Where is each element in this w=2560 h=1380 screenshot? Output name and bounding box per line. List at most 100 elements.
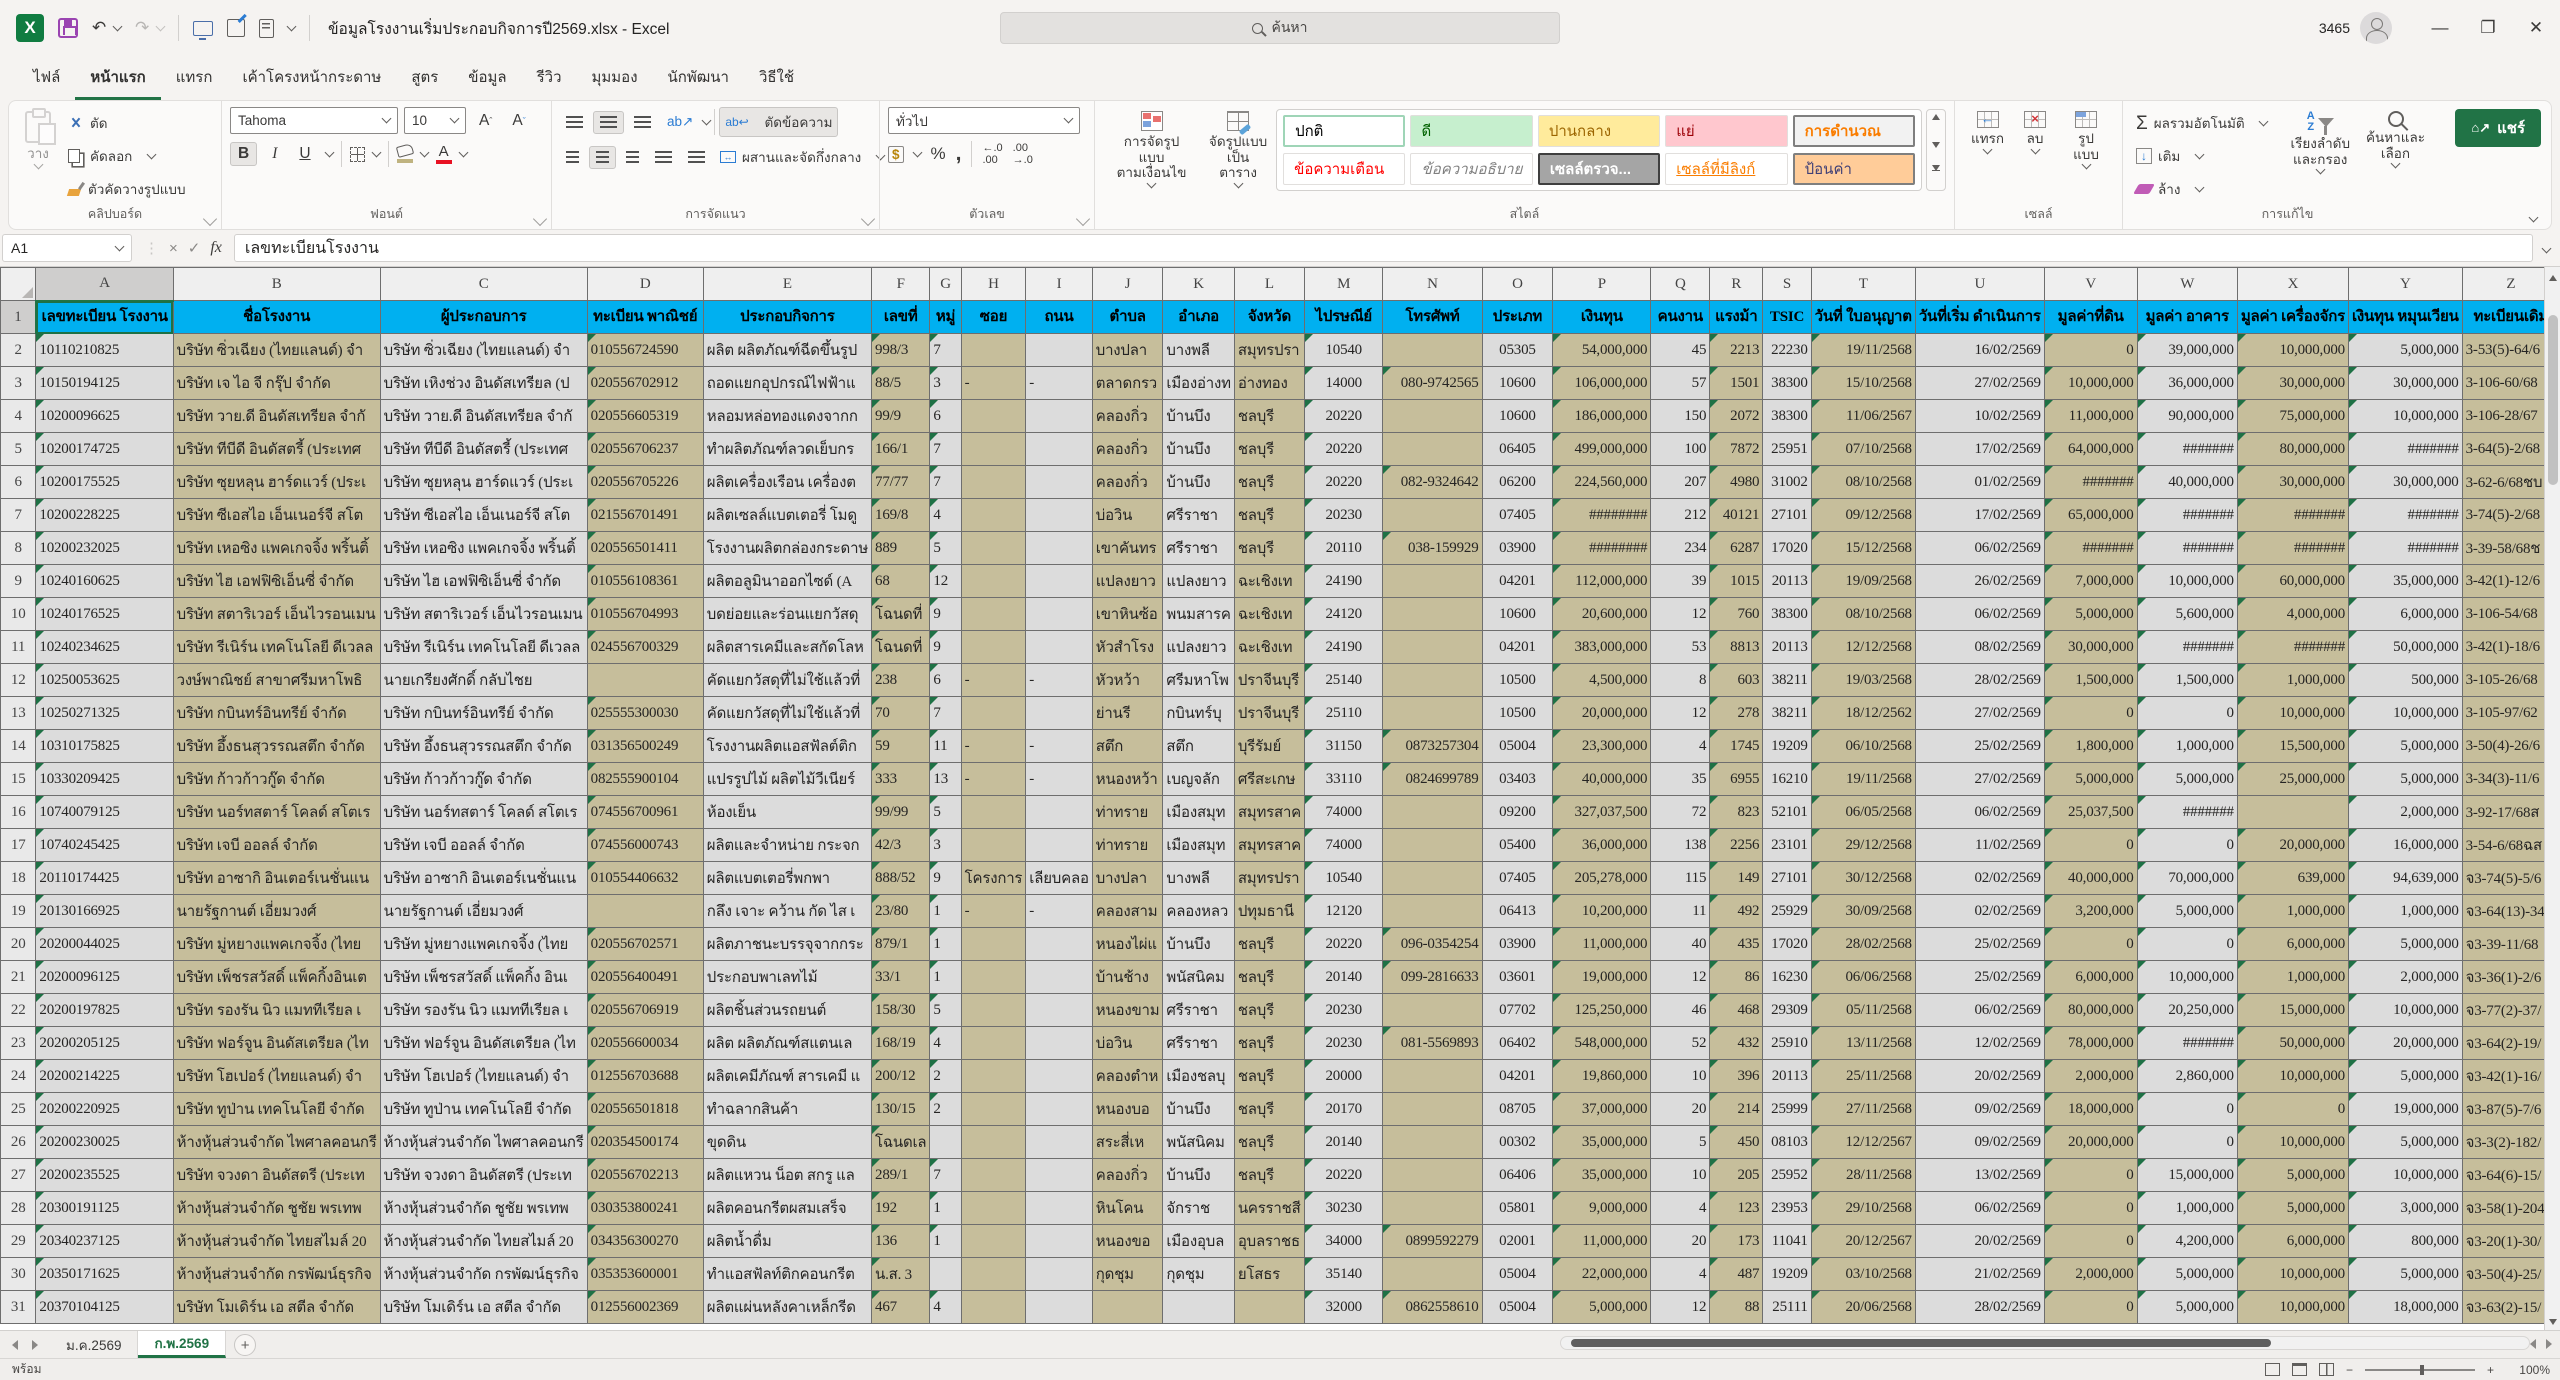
cell-G2[interactable]: 7: [930, 334, 961, 367]
cell-V3[interactable]: 10,000,000: [2044, 367, 2137, 400]
cell-X10[interactable]: 4,000,000: [2237, 598, 2348, 631]
cell-V21[interactable]: 6,000,000: [2044, 961, 2137, 994]
cell-Q19[interactable]: 11: [1651, 895, 1710, 928]
cell-S3[interactable]: 38300: [1763, 367, 1811, 400]
row-header-14[interactable]: 14: [1, 730, 36, 763]
cell-T31[interactable]: 20/06/2568: [1811, 1291, 1915, 1324]
zoom-out-button[interactable]: −: [2346, 1363, 2353, 1377]
cell-X4[interactable]: 75,000,000: [2237, 400, 2348, 433]
cell-O5[interactable]: 06405: [1482, 433, 1553, 466]
cell-K7[interactable]: ศรีราชา: [1163, 499, 1234, 532]
cell-S1[interactable]: TSIC: [1763, 301, 1811, 334]
cell-W12[interactable]: 1,500,000: [2137, 664, 2237, 697]
cell-Q30[interactable]: 4: [1651, 1258, 1710, 1291]
cell-V8[interactable]: #######: [2044, 532, 2137, 565]
cell-X25[interactable]: 0: [2237, 1093, 2348, 1126]
cell-C18[interactable]: บริษัท อาซากิ อินเตอร์เนชั่นแน: [380, 862, 587, 895]
cell-C8[interactable]: บริษัท เหอซิง แพคเกจจิ้ง พริ้นติ้: [380, 532, 587, 565]
cell-B23[interactable]: บริษัท ฟอร์จูน อินดัสเตรียล (ไท: [173, 1027, 380, 1060]
cell-Y28[interactable]: 3,000,000: [2349, 1192, 2463, 1225]
search-input[interactable]: ค้นหา: [1000, 12, 1560, 44]
select-all-corner[interactable]: [1, 268, 36, 301]
cell-H31[interactable]: [961, 1291, 1026, 1324]
cell-E28[interactable]: ผลิตคอนกรีตผสมเสร็จ: [703, 1192, 871, 1225]
cell-W25[interactable]: 0: [2137, 1093, 2237, 1126]
cell-A7[interactable]: 10200228225: [36, 499, 173, 532]
cell-C14[interactable]: บริษัท อึ้งธนสุวรรณสตึก จำกัด: [380, 730, 587, 763]
ribbon-tab-แทรก[interactable]: แทรก: [161, 56, 228, 100]
cell-J24[interactable]: คลองตำห: [1092, 1060, 1163, 1093]
cell-Q15[interactable]: 35: [1651, 763, 1710, 796]
cell-T11[interactable]: 12/12/2568: [1811, 631, 1915, 664]
cell-N7[interactable]: [1383, 499, 1482, 532]
cell-A30[interactable]: 20350171625: [36, 1258, 173, 1291]
cell-Q18[interactable]: 115: [1651, 862, 1710, 895]
cell-I2[interactable]: [1026, 334, 1092, 367]
cell-D20[interactable]: 020556702571: [587, 928, 703, 961]
cell-S21[interactable]: 16230: [1763, 961, 1811, 994]
row-header-27[interactable]: 27: [1, 1159, 36, 1192]
cell-L8[interactable]: ชลบุรี: [1234, 532, 1304, 565]
cell-H2[interactable]: [961, 334, 1026, 367]
cell-W30[interactable]: 5,000,000: [2137, 1258, 2237, 1291]
cell-J5[interactable]: คลองกิ่ว: [1092, 433, 1163, 466]
page-layout-view-icon[interactable]: [2292, 1363, 2307, 1376]
cell-Q11[interactable]: 53: [1651, 631, 1710, 664]
customize-qat-chevron-icon[interactable]: [286, 21, 296, 31]
cell-E19[interactable]: กลึง เจาะ คว้าน กัด ไส เ: [703, 895, 871, 928]
cell-H16[interactable]: [961, 796, 1026, 829]
cell-E1[interactable]: ประกอบกิจการ: [703, 301, 871, 334]
cell-R20[interactable]: 435: [1710, 928, 1763, 961]
cell-U25[interactable]: 09/02/2569: [1915, 1093, 2044, 1126]
cell-X19[interactable]: 1,000,000: [2237, 895, 2348, 928]
cell-L26[interactable]: ชลบุรี: [1234, 1126, 1304, 1159]
cell-N4[interactable]: [1383, 400, 1482, 433]
cell-N24[interactable]: [1383, 1060, 1482, 1093]
cell-C19[interactable]: นายรัฐกานต์ เอี่ยมวงศ์: [380, 895, 587, 928]
cell-U27[interactable]: 13/02/2569: [1915, 1159, 2044, 1192]
cell-B18[interactable]: บริษัท อาซากิ อินเตอร์เนชั่นแน: [173, 862, 380, 895]
cell-A9[interactable]: 10240160625: [36, 565, 173, 598]
cell-X11[interactable]: #######: [2237, 631, 2348, 664]
cell-K20[interactable]: บ้านบึง: [1163, 928, 1234, 961]
cell-V1[interactable]: มูลค่าที่ดิน: [2044, 301, 2137, 334]
cell-O13[interactable]: 10500: [1482, 697, 1553, 730]
cell-V31[interactable]: 0: [2044, 1291, 2137, 1324]
cell-E13[interactable]: คัดแยกวัสดุที่ไม่ใช้แล้วที่: [703, 697, 871, 730]
conditional-formatting-button[interactable]: การจัดรูปแบบ ตามเงื่อนไข: [1103, 107, 1200, 191]
cell-G21[interactable]: 1: [930, 961, 961, 994]
cell-A26[interactable]: 20200230025: [36, 1126, 173, 1159]
cell-R26[interactable]: 450: [1710, 1126, 1763, 1159]
sort-filter-button[interactable]: AZ เรียงลำดับ และกรอง: [2282, 107, 2358, 177]
italic-button[interactable]: I: [265, 143, 284, 165]
cell-A31[interactable]: 20370104125: [36, 1291, 173, 1324]
cell-J4[interactable]: คลองกิ่ว: [1092, 400, 1163, 433]
cell-Y27[interactable]: 10,000,000: [2349, 1159, 2463, 1192]
cell-B21[interactable]: บริษัท เพ็ชรสวัสดิ์ แพ็คกิ้งอินเต: [173, 961, 380, 994]
row-header-24[interactable]: 24: [1, 1060, 36, 1093]
cell-H28[interactable]: [961, 1192, 1026, 1225]
cell-N29[interactable]: 0899592279: [1383, 1225, 1482, 1258]
cell-D24[interactable]: 012556703688: [587, 1060, 703, 1093]
cell-S14[interactable]: 19209: [1763, 730, 1811, 763]
cell-L30[interactable]: ยโสธร: [1234, 1258, 1304, 1291]
cell-S2[interactable]: 22230: [1763, 334, 1811, 367]
cell-H22[interactable]: [961, 994, 1026, 1027]
cell-M5[interactable]: 20220: [1305, 433, 1383, 466]
column-header-U[interactable]: U: [1915, 268, 2044, 301]
cell-N26[interactable]: [1383, 1126, 1482, 1159]
cell-O15[interactable]: 03403: [1482, 763, 1553, 796]
cell-O8[interactable]: 03900: [1482, 532, 1553, 565]
cell-K23[interactable]: ศรีราชา: [1163, 1027, 1234, 1060]
cell-U26[interactable]: 09/02/2569: [1915, 1126, 2044, 1159]
gallery-more-icon[interactable]: [1932, 165, 1940, 186]
cell-P10[interactable]: 20,600,000: [1553, 598, 1651, 631]
cell-U6[interactable]: 01/02/2569: [1915, 466, 2044, 499]
cell-E25[interactable]: ทำฉลากสินค้า: [703, 1093, 871, 1126]
cell-U31[interactable]: 28/02/2569: [1915, 1291, 2044, 1324]
cell-Q29[interactable]: 20: [1651, 1225, 1710, 1258]
cell-J27[interactable]: คลองกิ่ว: [1092, 1159, 1163, 1192]
cell-W20[interactable]: 0: [2137, 928, 2237, 961]
cell-R22[interactable]: 468: [1710, 994, 1763, 1027]
cell-C7[interactable]: บริษัท ซีเอสไอ เอ็นเนอร์จี สโต: [380, 499, 587, 532]
